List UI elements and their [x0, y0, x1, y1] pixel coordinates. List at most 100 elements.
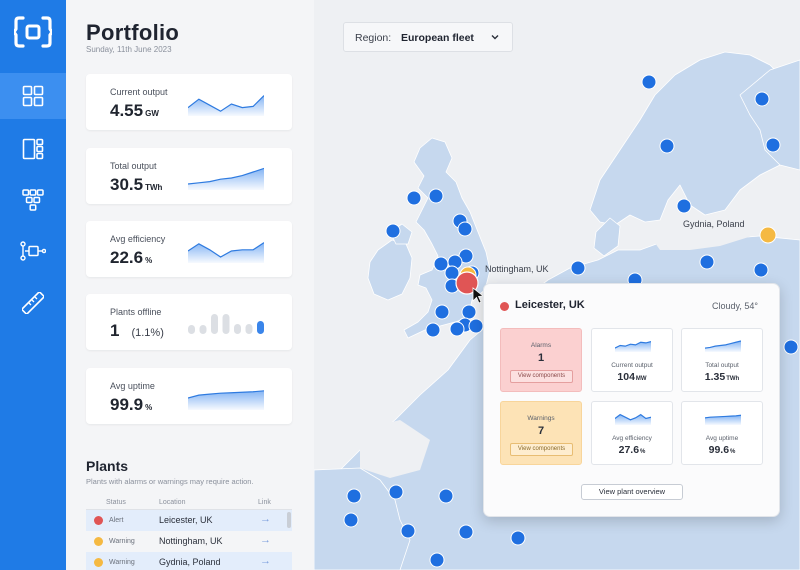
plant-marker — [346, 488, 362, 504]
tile-label: Total output — [705, 362, 739, 369]
plant-marker — [641, 74, 657, 90]
plant-marker — [400, 523, 416, 539]
nav-item-layout[interactable] — [0, 126, 66, 172]
kpi-value: 22.6% — [110, 248, 153, 267]
kpi-value: 30.5 TWh — [110, 175, 163, 194]
kpi-label: Plants offline — [110, 307, 162, 317]
plant-marker — [457, 221, 473, 237]
kpi-label: Avg uptime — [110, 381, 155, 391]
view-plant-overview-button[interactable]: View plant overview — [581, 484, 683, 500]
offline-bar — [211, 314, 218, 334]
offline-bar — [188, 325, 195, 334]
tile-sparkline — [705, 340, 741, 352]
kpi-value: 1 (1.1%) — [110, 321, 164, 340]
status-text: Alert — [109, 517, 124, 524]
kpi-card-avg-uptime[interactable]: Avg uptime 99.9% — [86, 368, 292, 424]
view-components-button[interactable]: View components — [510, 370, 573, 383]
sparkline-area — [188, 95, 264, 116]
plant-marker — [388, 484, 404, 500]
kpi-sparkline — [188, 95, 264, 116]
plant-marker — [570, 260, 586, 276]
table-row[interactable]: Alert Leicester, UK → — [86, 510, 292, 531]
tile-value: 104MW — [617, 371, 647, 383]
portfolio-panel: Portfolio Sunday, 11th June 2023 Current… — [66, 0, 314, 570]
column-header-location: Location — [159, 499, 186, 506]
plant-marker — [406, 190, 422, 206]
region-select[interactable]: Region: European fleet — [343, 22, 513, 52]
tile-value: 1.35TWh — [704, 371, 740, 383]
kpi-sparkline — [188, 390, 264, 410]
plants-subtitle: Plants with alarms or warnings may requi… — [86, 477, 254, 486]
cursor-icon — [472, 287, 485, 304]
table-scrollbar[interactable] — [287, 512, 291, 528]
plant-marker — [676, 198, 692, 214]
nav-item-hierarchy[interactable] — [0, 177, 66, 223]
kpi-value: 4.55 GW — [110, 101, 159, 120]
arrow-right-icon[interactable]: → — [260, 534, 271, 546]
kpi-card-total-output[interactable]: Total output 30.5 TWh — [86, 148, 292, 204]
table-row[interactable]: Warning Nottingham, UK → — [86, 531, 292, 552]
plant-marker — [434, 304, 450, 320]
sparkline-area — [615, 414, 651, 425]
tile-sparkline — [615, 341, 651, 352]
map-label-gydnia: Gydnia, Poland — [683, 219, 745, 229]
tile-label: Avg efficiency — [612, 435, 652, 442]
metric-tile-avg-efficiency: Avg efficiency 27.6% — [591, 401, 673, 465]
nav-item-dashboard[interactable] — [0, 73, 66, 119]
plant-marker — [461, 304, 477, 320]
kpi-label: Current output — [110, 87, 168, 97]
tile-label: Avg uptime — [705, 435, 739, 442]
ruler-icon — [22, 292, 44, 314]
status-dot — [94, 537, 103, 546]
plant-marker — [343, 512, 359, 528]
kpi-value: 99.9% — [110, 395, 153, 414]
status-dot — [94, 516, 103, 525]
kpi-card-current-output[interactable]: Current output 4.55 GW — [86, 74, 292, 130]
tile-label: Alarms — [530, 342, 552, 349]
plant-marker — [765, 137, 781, 153]
kpi-card-plants-offline[interactable]: Plants offline 1 (1.1%) — [86, 294, 292, 350]
arrow-right-icon[interactable]: → — [260, 513, 271, 525]
alarms-tile: Alarms 1 View components — [500, 328, 582, 392]
kpi-sparkline — [188, 167, 264, 190]
nav-item-workflow[interactable] — [0, 228, 66, 274]
arrow-right-icon[interactable]: → — [260, 555, 271, 567]
plant-popup: Leicester, UK Cloudy, 54° Alarms 1 View … — [483, 283, 780, 517]
page-title: Portfolio — [86, 20, 180, 45]
sparkline-area — [188, 390, 264, 410]
column-header-status: Status — [106, 499, 126, 506]
tile-label: Warnings — [527, 415, 555, 422]
plant-marker — [428, 188, 444, 204]
workflow-icon — [20, 241, 46, 261]
region-label: Region: — [355, 32, 392, 44]
plant-marker — [449, 321, 465, 337]
location-text: Gydnia, Poland — [159, 557, 221, 567]
plant-marker-warning — [759, 226, 777, 244]
plants-heading: Plants — [86, 458, 129, 474]
bracket-logo-icon[interactable] — [14, 14, 52, 50]
warnings-tile: Warnings 7 View components — [500, 401, 582, 465]
metric-tile-current-output: Current output 104MW — [591, 328, 673, 392]
offline-bar — [222, 314, 230, 334]
offline-bar — [245, 324, 253, 334]
status-dot — [94, 558, 103, 567]
grid-icon — [22, 85, 44, 107]
tile-value: 99.6% — [708, 444, 736, 456]
tile-value: 7 — [537, 425, 545, 437]
plant-marker — [429, 552, 445, 568]
offline-bar — [257, 321, 264, 334]
popup-weather: Cloudy, 54° — [712, 301, 758, 311]
plant-marker — [425, 322, 441, 338]
table-row[interactable]: Warning Gydnia, Poland → — [86, 552, 292, 570]
plant-marker — [754, 91, 770, 107]
sparkline-area — [188, 242, 264, 263]
plant-marker — [458, 524, 474, 540]
kpi-label: Avg efficiency — [110, 234, 166, 244]
kpi-card-avg-efficiency[interactable]: Avg efficiency 22.6% — [86, 221, 292, 277]
layout-panel-icon — [22, 138, 44, 160]
metric-tile-total-output: Total output 1.35TWh — [681, 328, 763, 392]
view-components-button[interactable]: View components — [510, 443, 573, 456]
map-label-nottingham: Nottingham, UK — [485, 264, 549, 274]
nav-item-measure[interactable] — [0, 280, 66, 326]
kpi-label: Total output — [110, 161, 157, 171]
